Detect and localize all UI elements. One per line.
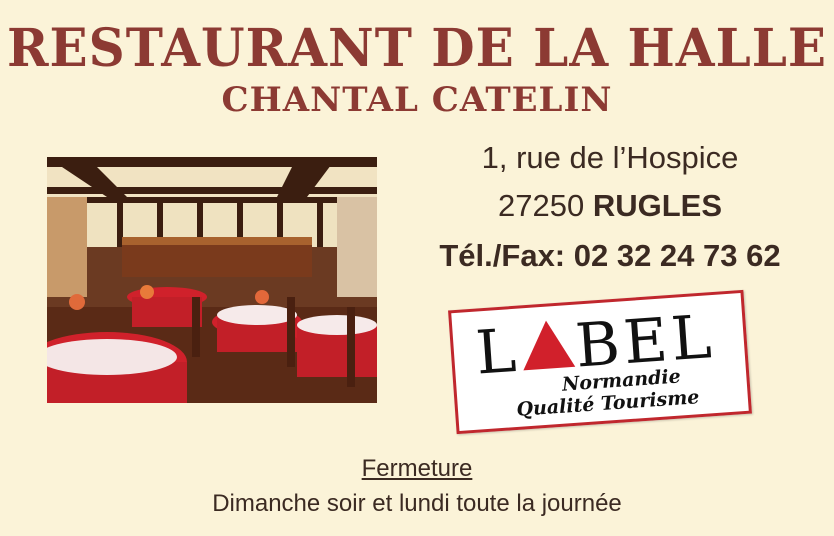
quality-label-badge: L BEL Normandie Qualité Tourisme — [448, 289, 752, 435]
phone-fax: Tél./Fax: 02 32 24 73 62 — [439, 238, 781, 273]
closure-details: Dimanche soir et lundi toute la journée — [212, 490, 622, 517]
postcode: 27250 — [497, 188, 585, 223]
street-address: 1, rue de l’Hospice — [481, 140, 739, 175]
restaurant-interior-photo — [47, 157, 377, 403]
postcode-city: 27250 RUGLES — [400, 188, 820, 224]
triangle-icon — [519, 318, 576, 371]
restaurant-name: RESTAURANT DE LA HALLE — [7, 16, 827, 79]
closure-heading: Fermeture — [361, 455, 473, 482]
city: RUGLES — [592, 188, 723, 223]
owner-name: CHANTAL CATELIN — [221, 80, 613, 120]
